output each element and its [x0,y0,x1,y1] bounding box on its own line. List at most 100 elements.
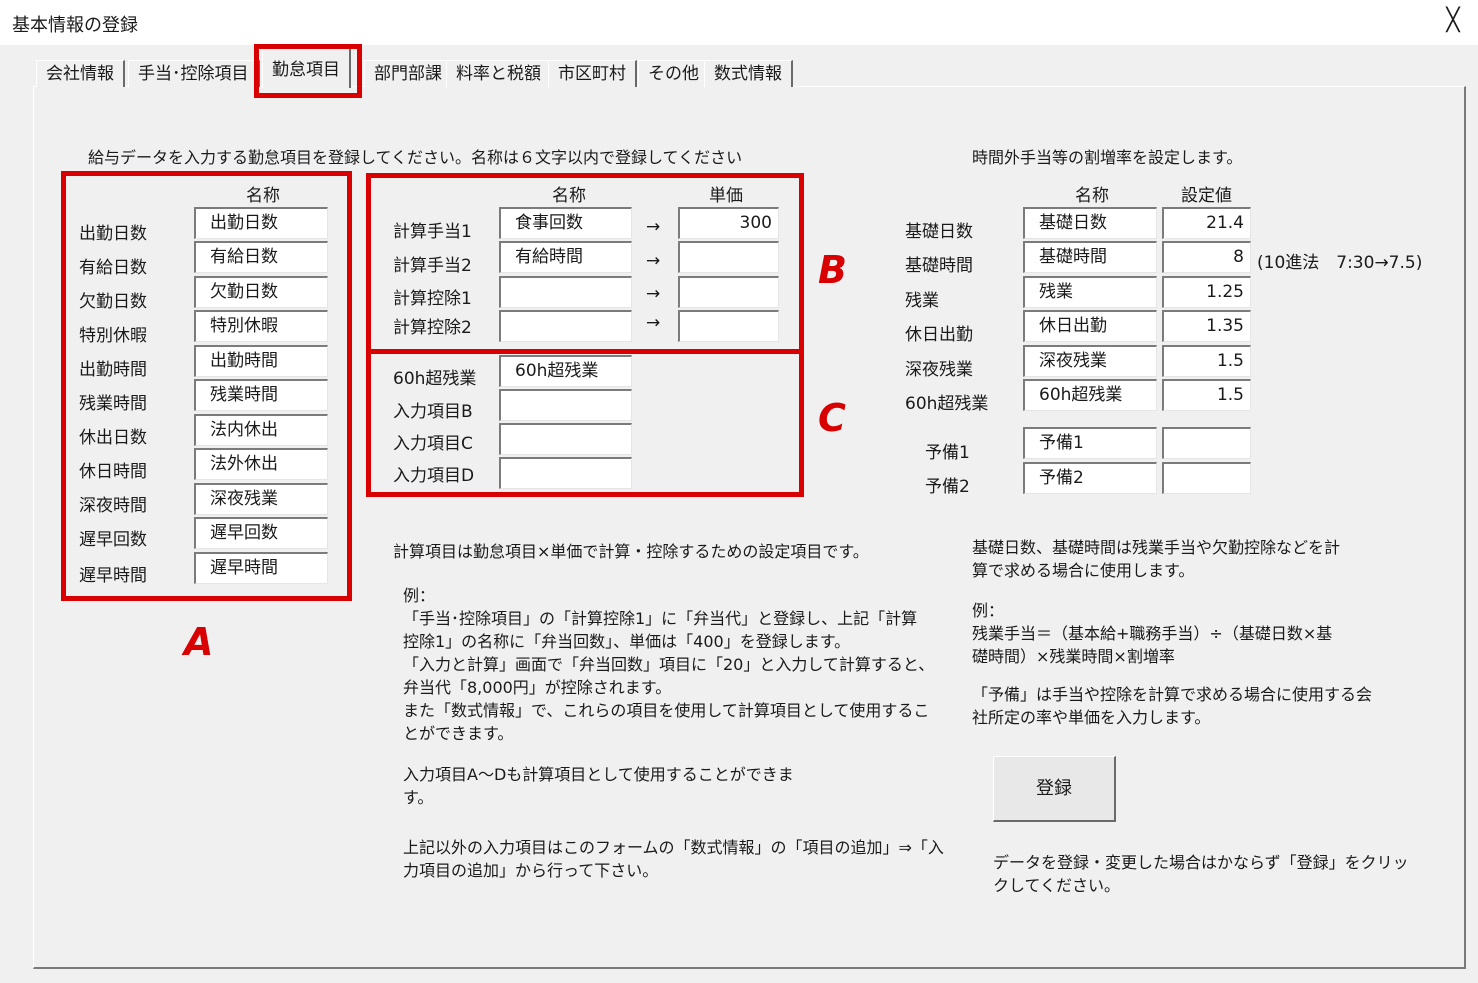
active-tab-highlight [254,44,362,98]
row-label: 計算控除1 [393,289,472,309]
tab-allowance-deduction[interactable]: 手当･控除項目 [128,60,260,87]
attendance-name-field[interactable]: 法内休出 [194,414,328,446]
section-a-header: 名称 [246,186,280,206]
arrow-icon: → [646,251,661,271]
rate-name-field[interactable]: 基礎日数 [1023,207,1157,239]
row-label: 遅早回数 [79,530,147,550]
calc-price-field[interactable] [678,276,779,308]
row-label: 予備2 [925,477,970,497]
arrow-icon: → [646,313,661,333]
arrow-icon: → [646,217,661,237]
calc-price-field[interactable]: 300 [678,207,779,239]
attendance-name-field[interactable]: 欠勤日数 [194,276,328,308]
input-item-field[interactable] [499,423,632,455]
close-icon[interactable]: ╳ [1440,8,1466,34]
attendance-name-field[interactable]: 法外休出 [194,448,328,480]
calc-price-field[interactable] [678,310,779,342]
row-label: 出勤時間 [79,360,147,380]
right-instruction: 時間外手当等の割増率を設定します。 [972,148,1243,167]
overtime-formula: 例： 残業手当＝（基本給+職務手当）÷（基礎日数×基 礎時間）×残業時間×割増率 [972,601,1333,666]
register-reminder: データを登録・変更した場合はかならず「登録」をクリッ クしてください。 [993,853,1409,895]
basis-description: 基礎日数、基礎時間は残業手当や欠勤控除などを計 算で求める場合に使用します。 [972,538,1341,580]
rate-value-field[interactable]: 21.4 [1162,207,1251,239]
reserve-name-field[interactable]: 予備1 [1023,427,1157,459]
input-item-field[interactable]: 60h超残業 [499,355,632,387]
window-title: 基本情報の登録 [12,15,138,36]
row-label: 休出日数 [79,428,147,448]
input-items-note: 入力項目A～Dも計算項目として使用することができま す。 [403,765,794,807]
register-button[interactable]: 登録 [993,756,1116,822]
calc-name-field[interactable]: 食事回数 [499,207,632,239]
row-label: 予備1 [925,443,970,463]
row-label: 計算控除2 [393,318,472,338]
title-bar [0,0,1478,45]
row-label: 休日出勤 [905,325,973,345]
row-label: 基礎日数 [905,222,973,242]
left-instruction: 給与データを入力する勤怠項目を登録してください。名称は６文字以内で登録してくださ… [88,148,743,167]
calc-name-field[interactable]: 有給時間 [499,241,632,273]
input-item-field[interactable] [499,457,632,489]
attendance-name-field[interactable]: 有給日数 [194,241,328,273]
row-label: 特別休暇 [79,326,147,346]
rate-value-field[interactable]: 1.25 [1162,276,1251,308]
rate-header-name: 名称 [1075,186,1109,206]
tab-formula-info[interactable]: 数式情報 [704,60,793,87]
tab-municipality[interactable]: 市区町村 [548,60,637,87]
tab-other[interactable]: その他 [638,60,710,87]
decimal-note: (10進法 7:30→7.5) [1257,253,1423,273]
row-label: 残業時間 [79,394,147,414]
calc-description: 計算項目は勤怠項目×単価で計算・控除するための設定項目です。 [393,542,869,561]
row-label: 60h超残業 [393,369,477,389]
calc-example: 例： 「手当･控除項目」の「計算控除1」に「弁当代」と登録し、上記「計算 控除1… [403,586,935,743]
reserve-value-field[interactable] [1162,462,1251,494]
rate-name-field[interactable]: 残業 [1023,276,1157,308]
tab-rates-tax[interactable]: 料率と税額 [446,60,552,87]
calc-header-name: 名称 [552,186,586,206]
row-label: 入力項目B [393,402,473,422]
input-item-field[interactable] [499,389,632,421]
rate-name-field[interactable]: 60h超残業 [1023,379,1157,411]
marker-b: B [818,248,847,292]
rate-value-field[interactable]: 1.5 [1162,379,1251,411]
arrow-icon: → [646,284,661,304]
tab-department[interactable]: 部門部課 [364,60,453,87]
rate-value-field[interactable]: 1.5 [1162,345,1251,377]
row-label: 遅早時間 [79,566,147,586]
row-label: 深夜時間 [79,496,147,516]
reserve-value-field[interactable] [1162,427,1251,459]
row-label: 入力項目D [393,466,475,486]
reserve-name-field[interactable]: 予備2 [1023,462,1157,494]
calc-price-field[interactable] [678,241,779,273]
row-label: 欠勤日数 [79,292,147,312]
attendance-name-field[interactable]: 出勤日数 [194,207,328,239]
attendance-name-field[interactable]: 深夜残業 [194,483,328,515]
rate-name-field[interactable]: 深夜残業 [1023,345,1157,377]
rate-header-value: 設定値 [1181,186,1232,206]
tab-company-info[interactable]: 会社情報 [36,60,125,87]
row-label: 計算手当2 [393,256,472,276]
calc-header-price: 単価 [709,186,743,206]
row-label: 残業 [905,291,939,311]
row-label: 60h超残業 [905,394,989,414]
rate-name-field[interactable]: 休日出勤 [1023,310,1157,342]
reserve-description: 「予備」は手当や控除を計算で求める場合に使用する会 社所定の率や単価を入力します… [972,685,1373,727]
rate-value-field[interactable]: 8 [1162,241,1251,273]
attendance-name-field[interactable]: 遅早回数 [194,517,328,549]
other-items-note: 上記以外の入力項目はこのフォームの「数式情報」の「項目の追加」⇒「入 力項目の追… [403,838,944,880]
attendance-name-field[interactable]: 特別休暇 [194,310,328,342]
row-label: 有給日数 [79,258,147,278]
attendance-name-field[interactable]: 遅早時間 [194,552,328,584]
rate-name-field[interactable]: 基礎時間 [1023,241,1157,273]
rate-value-field[interactable]: 1.35 [1162,310,1251,342]
calc-name-field[interactable] [499,276,632,308]
row-label: 計算手当1 [393,222,472,242]
row-label: 出勤日数 [79,224,147,244]
marker-a: A [184,620,214,664]
calc-name-field[interactable] [499,310,632,342]
attendance-name-field[interactable]: 残業時間 [194,379,328,411]
row-label: 入力項目C [393,434,473,454]
marker-c: C [818,396,846,440]
attendance-name-field[interactable]: 出勤時間 [194,345,328,377]
row-label: 休日時間 [79,462,147,482]
row-label: 深夜残業 [905,360,973,380]
